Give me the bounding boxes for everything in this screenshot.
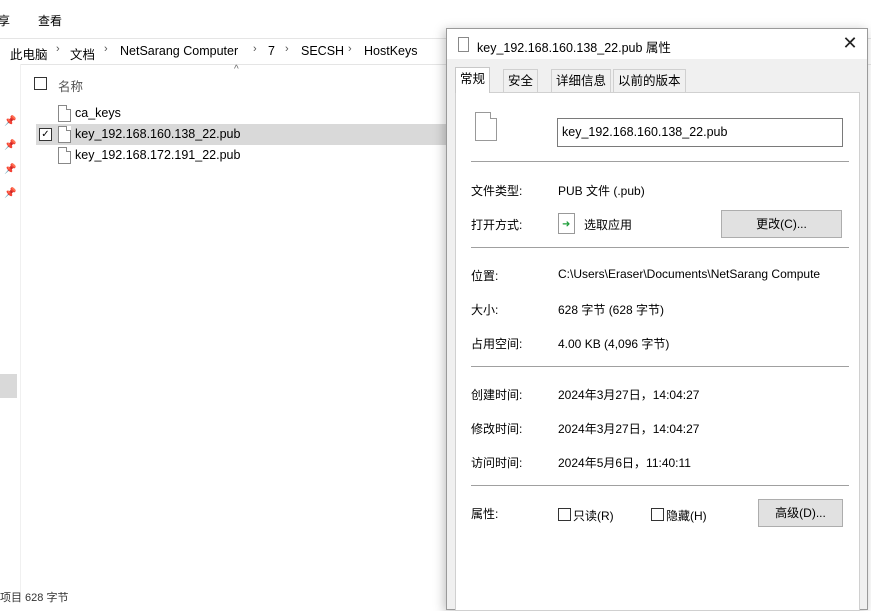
readonly-label[interactable]: 只读(R) xyxy=(573,507,614,524)
select-all-checkbox[interactable] xyxy=(34,77,47,90)
location-label: 位置: xyxy=(471,269,499,283)
file-icon xyxy=(58,126,71,143)
breadcrumb-netsarang[interactable]: NetSarang Computer xyxy=(120,44,238,58)
filename-input[interactable] xyxy=(562,125,832,139)
tab-share[interactable]: 享 xyxy=(0,12,10,29)
tab-general[interactable]: 常规 xyxy=(455,67,491,93)
general-panel: 文件类型: PUB 文件 (.pub) 打开方式: ➜ 选取应用 更改(C)..… xyxy=(455,92,860,611)
file-icon xyxy=(58,105,71,122)
tab-security[interactable]: 安全 xyxy=(503,69,539,92)
chevron-right-icon[interactable]: › xyxy=(56,43,60,55)
row-checkbox[interactable]: ✓ xyxy=(39,128,52,141)
size-label: 大小: xyxy=(471,303,499,317)
breadcrumb-secsh[interactable]: SECSH xyxy=(301,44,344,58)
divider xyxy=(471,247,849,248)
chevron-right-icon[interactable]: › xyxy=(285,43,289,55)
sort-ascending-icon: ^ xyxy=(234,64,239,75)
navigation-pane[interactable]: 📌 📌 📌 📌 xyxy=(0,64,21,597)
chevron-right-icon[interactable]: › xyxy=(348,43,352,55)
size-on-disk-label: 占用空间: xyxy=(471,337,523,351)
file-name: ca_keys xyxy=(75,106,121,120)
file-icon xyxy=(475,112,497,141)
file-icon xyxy=(458,37,469,52)
file-name: key_192.168.160.138_22.pub xyxy=(75,127,241,141)
status-bar: 项目 628 字节 xyxy=(0,592,69,604)
divider xyxy=(471,366,849,367)
tab-previous-versions[interactable]: 以前的版本 xyxy=(613,69,686,92)
created-label: 创建时间: xyxy=(471,388,523,402)
file-row-selected[interactable]: ✓ key_192.168.160.138_22.pub xyxy=(36,124,446,145)
properties-dialog: key_192.168.160.138_22.pub 属性 ✕ 常规 安全 详细… xyxy=(446,28,868,611)
dialog-titlebar[interactable]: key_192.168.160.138_22.pub 属性 ✕ xyxy=(447,29,867,59)
file-type-label: 文件类型: xyxy=(471,184,523,198)
accessed-label: 访问时间: xyxy=(471,456,523,470)
tab-details[interactable]: 详细信息 xyxy=(551,69,612,92)
breadcrumb-7[interactable]: 7 xyxy=(268,44,275,58)
column-header-name[interactable]: 名称 xyxy=(58,76,83,95)
change-button[interactable]: 更改(C)... xyxy=(721,210,842,238)
dialog-title: key_192.168.160.138_22.pub 属性 xyxy=(477,41,671,55)
chevron-right-icon[interactable]: › xyxy=(104,43,108,55)
opens-with-value: 选取应用 xyxy=(584,218,633,232)
location-value: C:\Users\Eraser\Documents\NetSarang Comp… xyxy=(558,267,821,281)
size-value: 628 字节 (628 字节) xyxy=(558,303,665,317)
pin-icon: 📌 xyxy=(4,116,17,127)
file-type-value: PUB 文件 (.pub) xyxy=(558,184,645,198)
created-value: 2024年3月27日，14:04:27 xyxy=(558,388,700,402)
size-on-disk-value: 4.00 KB (4,096 字节) xyxy=(558,337,670,351)
filename-field[interactable] xyxy=(557,118,843,147)
file-row[interactable]: ca_keys xyxy=(36,103,446,124)
chevron-right-icon[interactable]: › xyxy=(253,43,257,55)
hidden-checkbox[interactable] xyxy=(651,508,664,521)
breadcrumb-this-pc[interactable]: 此电脑 xyxy=(10,44,48,63)
file-row[interactable]: key_192.168.172.191_22.pub xyxy=(36,145,446,166)
pin-icon: 📌 xyxy=(4,188,17,199)
pin-icon: 📌 xyxy=(4,140,17,151)
divider xyxy=(471,485,849,486)
app-icon: ➜ xyxy=(558,213,575,234)
pin-icon: 📌 xyxy=(4,164,17,175)
file-name: key_192.168.172.191_22.pub xyxy=(75,148,241,162)
breadcrumb-hostkeys[interactable]: HostKeys xyxy=(364,44,418,58)
readonly-checkbox[interactable] xyxy=(558,508,571,521)
modified-label: 修改时间: xyxy=(471,422,523,436)
file-icon xyxy=(58,147,71,164)
advanced-button[interactable]: 高级(D)... xyxy=(758,499,843,527)
hidden-label[interactable]: 隐藏(H) xyxy=(666,507,707,524)
divider xyxy=(471,161,849,162)
attributes-label: 属性: xyxy=(471,507,499,521)
modified-value: 2024年3月27日，14:04:27 xyxy=(558,422,700,436)
breadcrumb-documents[interactable]: 文档 xyxy=(70,44,95,63)
accessed-value: 2024年5月6日，11:40:11 xyxy=(558,456,691,470)
nav-selected-item[interactable] xyxy=(0,374,17,398)
opens-with-label: 打开方式: xyxy=(471,218,523,232)
tab-view[interactable]: 查看 xyxy=(38,12,62,29)
close-icon[interactable]: ✕ xyxy=(839,33,861,55)
